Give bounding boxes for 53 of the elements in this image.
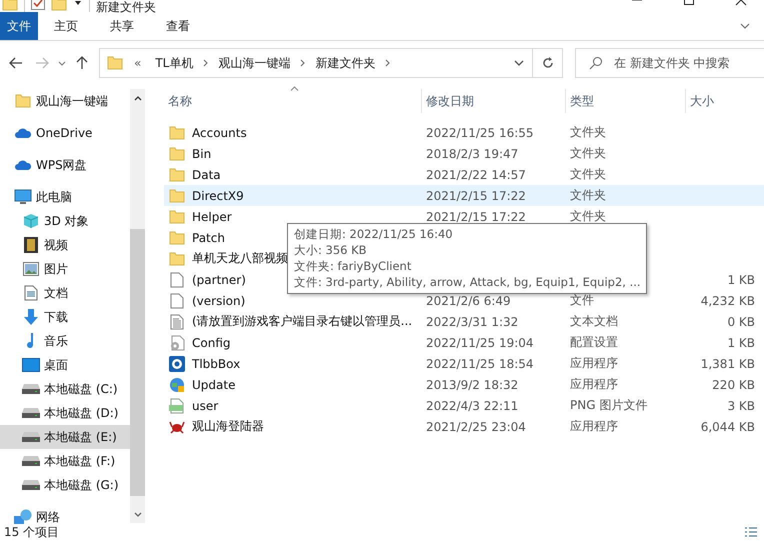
file-name: 单机天龙八部视频 <box>192 250 288 267</box>
file-name: (请放置到游戏客户端目录右键以管理员... <box>192 313 412 330</box>
file-name: (partner) <box>192 272 246 286</box>
table-cell-text: 220 KB <box>711 378 755 392</box>
table-cell-text: 2018/2/3 19:47 <box>425 146 520 160</box>
table-cell-text: 2022/11/25 19:04 <box>425 336 535 350</box>
tooltip-line: 大小: 356 KB <box>294 242 367 258</box>
file-name: Config <box>192 336 231 350</box>
tooltip-line: 文件夹: fariyByClient <box>294 258 412 274</box>
file-name: DirectX9 <box>192 188 244 202</box>
table-cell-text: 文件夹 <box>569 124 607 141</box>
table-cell-text: 配置设置 <box>569 334 619 351</box>
table-cell-text: 应用程序 <box>569 376 619 393</box>
table-cell-text: 文件 <box>569 292 595 309</box>
table-cell-text: 2022/11/25 16:55 <box>425 126 535 140</box>
table-cell-text: 2021/2/15 17:22 <box>425 188 527 202</box>
tooltip-line: 创建日期: 2022/11/25 16:40 <box>294 226 453 242</box>
table-cell-text: 1,381 KB <box>700 356 755 370</box>
table-cell-text: PNG 图片文件 <box>569 397 648 414</box>
table-cell-text: 应用程序 <box>569 355 619 372</box>
window-title: 新建文件夹 <box>96 0 156 14</box>
table-cell-text: 0 KB <box>726 314 755 328</box>
file-name: Helper <box>192 210 232 224</box>
table-cell-text: 2022/4/3 22:11 <box>425 398 520 412</box>
table-cell-text: 1 KB <box>726 272 755 286</box>
table-cell-text: 2013/9/2 18:32 <box>425 378 520 392</box>
table-cell-text: 文件夹 <box>569 145 607 162</box>
table-cell-text: 2022/11/25 18:54 <box>425 356 535 370</box>
table-cell-text: 2021/2/25 23:04 <box>425 420 527 434</box>
table-cell-text: 1 KB <box>726 336 755 350</box>
file-name: Bin <box>192 146 212 160</box>
table-cell-text: 文件夹 <box>569 208 607 225</box>
file-name: (version) <box>192 294 246 308</box>
file-name: Update <box>192 378 236 392</box>
file-name: Data <box>192 168 221 182</box>
table-cell-text: 4,232 KB <box>700 294 755 308</box>
table-cell-text: 应用程序 <box>569 418 619 435</box>
file-name: 观山海登陆器 <box>192 418 264 435</box>
item-count: 15 个项目 <box>4 524 60 540</box>
file-name: Accounts <box>192 126 247 140</box>
tooltip-line: 文件: 3rd-party, Ability, arrow, Attack, bg, Equip1, Equip2, ... <box>294 274 641 290</box>
table-cell-text: 文本文档 <box>569 313 619 330</box>
file-name: TlbbBox <box>192 356 240 370</box>
file-name: user <box>192 398 218 412</box>
table-cell-text: 2021/2/15 17:22 <box>425 210 527 224</box>
table-cell-text: 2021/2/22 14:57 <box>425 168 527 182</box>
table-cell-text: 6,044 KB <box>700 420 755 434</box>
table-cell-text: 2022/3/31 1:32 <box>425 314 520 328</box>
table-cell-text: 文件夹 <box>569 187 607 204</box>
table-cell-text: 文件夹 <box>569 166 607 183</box>
table-cell-text: 2021/2/6 6:49 <box>425 294 512 308</box>
file-name: Patch <box>192 230 225 244</box>
table-cell-text: 3 KB <box>726 398 755 412</box>
